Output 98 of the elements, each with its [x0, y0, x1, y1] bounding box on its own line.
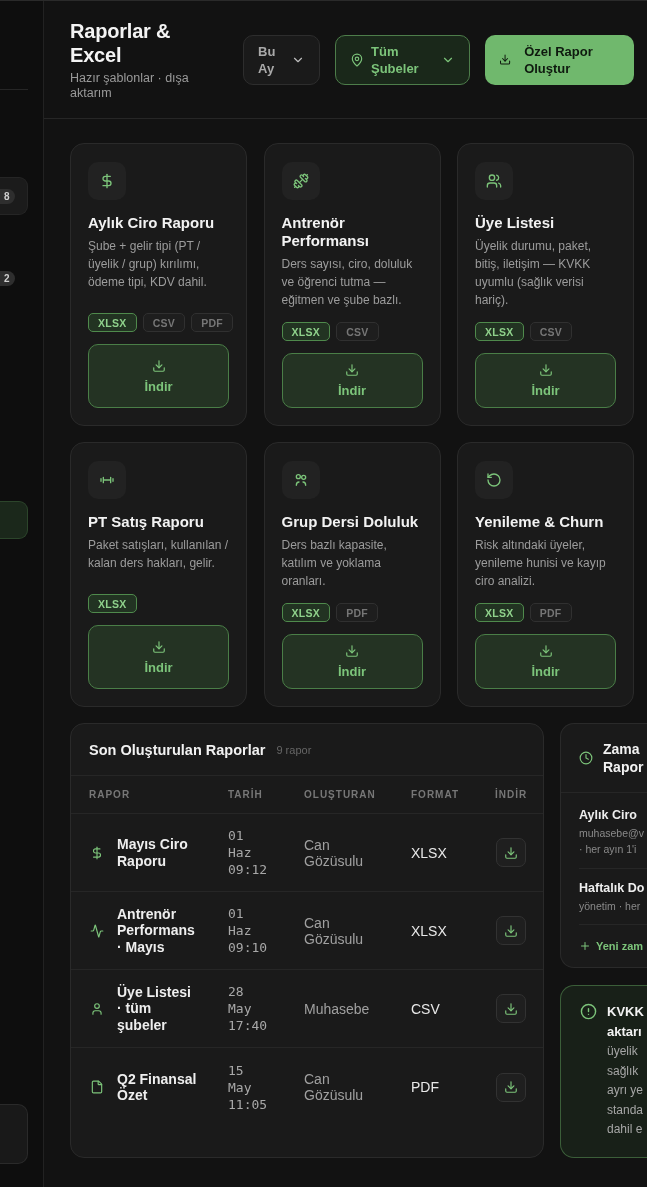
plus-icon [579, 940, 591, 952]
report-format: XLSX [411, 922, 447, 939]
template-title: Üye Listesi [475, 214, 555, 232]
refresh-icon [475, 461, 513, 499]
report-creator: Muhasebe [304, 1000, 370, 1017]
report-name: Q2 Finansal Özet [117, 1070, 198, 1104]
download-icon [538, 644, 553, 658]
alert-icon [580, 1003, 597, 1020]
format-chip[interactable]: XLSX [281, 322, 331, 341]
download-icon [504, 1080, 518, 1094]
add-schedule-link[interactable]: Yeni zam [579, 938, 644, 954]
format-chip[interactable]: XLSX [88, 594, 137, 613]
location-pin-icon [350, 52, 364, 67]
template-title: Antrenör Performansı [281, 214, 371, 250]
schedule-name: Haftalık Do [579, 880, 645, 896]
download-button[interactable] [496, 1072, 526, 1102]
report-format: PDF [411, 1079, 439, 1095]
filter-dropdown[interactable]: Bu Ay [243, 34, 320, 85]
notice-text: üyelik sağlık ayrı ye standa dahil e [607, 1043, 644, 1138]
filter-dropdown[interactable]: Tüm Şubeler [335, 34, 470, 85]
report-name: Mayıs Ciro Raporu [117, 836, 189, 869]
format-chip[interactable]: XLSX [88, 313, 137, 332]
download-button[interactable]: İndir [88, 344, 229, 408]
download-icon [345, 363, 359, 377]
download-icon [345, 644, 359, 658]
report-creator: Can Gözüsulu [304, 836, 365, 869]
format-chip[interactable]: XLSX [475, 322, 524, 341]
download-icon [151, 358, 166, 373]
template-description: Risk altındaki üyeler, yenileme hunisi ve kayıp ciro analizi. [475, 537, 607, 590]
column-header: FORMAT [411, 789, 460, 800]
count-badge: 2 [0, 270, 15, 286]
template-description: Şube + gelir tipi (PT / üyelik / grup) kırılımı, ödeme tipi, KDV dahil. [88, 238, 208, 291]
section-title: Zama Rapor [603, 740, 645, 776]
page-title: Raporlar & Excel [70, 18, 172, 67]
download-button[interactable]: İndir [281, 634, 423, 689]
download-button[interactable] [496, 838, 526, 867]
format-chip[interactable]: PDF [191, 313, 234, 332]
schedule-detail: yönetim · her [579, 899, 641, 914]
template-title: PT Satış Raporu [88, 513, 204, 531]
schedule-detail: muhasebe@v · her ayın 1'i [579, 826, 645, 857]
user-icon [90, 1001, 104, 1016]
template-description: Ders bazlı kapasite, katılım ve yoklama oranları. [281, 537, 388, 590]
format-chip[interactable]: CSV [336, 322, 379, 341]
download-button[interactable]: İndir [475, 634, 616, 689]
template-description: Üyelik durumu, paket, bitiş, iletişim — KVKK uyumlu (sağlık verisi hariç). [475, 238, 593, 309]
notice-title: KVKK aktarı [607, 1003, 645, 1041]
page-subtitle: Hazır şablonlar · dışa aktarım [70, 70, 190, 101]
report-date: 15 May 11:05 [228, 1061, 269, 1113]
report-name: Üye Listesi · tüm şubeler [117, 983, 192, 1034]
report-name: Antrenör Performans · Mayıs [117, 905, 196, 956]
download-button[interactable]: İndir [88, 625, 229, 689]
dollar-icon [90, 845, 104, 860]
nav-item[interactable]: 8 [0, 177, 28, 215]
report-creator: Can Gözüsulu [304, 914, 365, 947]
template-title: Yenileme & Churn [475, 513, 604, 531]
report-date: 01 Haz 09:10 [228, 905, 269, 956]
download-icon [504, 1001, 518, 1016]
barbell-icon [88, 461, 126, 499]
pulse-icon [90, 923, 104, 938]
download-icon [538, 363, 553, 377]
count-badge: 8 [0, 188, 15, 204]
download-button[interactable] [496, 916, 526, 945]
template-title: Grup Dersi Doluluk [281, 513, 419, 531]
download-icon [151, 639, 166, 654]
users-icon [475, 162, 513, 200]
report-creator: Can Gözüsulu [304, 1071, 365, 1103]
format-chip[interactable]: PDF [336, 603, 379, 622]
report-format: CSV [411, 1000, 440, 1017]
download-button[interactable]: İndir [281, 353, 423, 408]
section-title: Son Oluşturulan Raporlar [89, 740, 266, 759]
column-header: TARİH [228, 789, 263, 800]
report-date: 28 May 17:40 [228, 983, 269, 1034]
column-header: RAPOR [89, 789, 131, 800]
format-chip[interactable]: XLSX [475, 603, 524, 622]
two-people-icon [281, 461, 320, 499]
template-description: Ders sayısı, ciro, doluluk ve öğrenci tutma — eğitmen ve şube bazlı. [281, 256, 414, 309]
download-icon [499, 52, 512, 67]
create-report-button[interactable]: Özel Rapor Oluştur [485, 34, 634, 85]
download-button[interactable]: İndir [475, 353, 616, 408]
download-button[interactable] [496, 994, 526, 1023]
column-header: İNDİR [495, 789, 528, 800]
download-icon [504, 845, 518, 860]
dumbbell-icon [281, 162, 320, 200]
template-title: Aylık Ciro Raporu [88, 214, 215, 232]
schedule-name: Aylık Ciro [579, 807, 637, 823]
report-format: XLSX [411, 844, 447, 861]
format-chip[interactable]: CSV [142, 313, 186, 332]
dollar-icon [88, 162, 126, 200]
file-icon [90, 1080, 104, 1094]
format-chip[interactable]: XLSX [281, 603, 331, 622]
clock-icon [579, 751, 593, 765]
format-chip[interactable]: PDF [529, 603, 572, 622]
report-date: 01 Haz 09:12 [228, 827, 269, 878]
report-count: 9 rapor [276, 743, 312, 756]
column-header: OLUŞTURAN [304, 789, 376, 800]
template-description: Paket satışları, kullanılan / kalan ders hakları, gelir. [88, 537, 229, 572]
download-icon [504, 923, 518, 938]
format-chip[interactable]: CSV [529, 322, 573, 341]
